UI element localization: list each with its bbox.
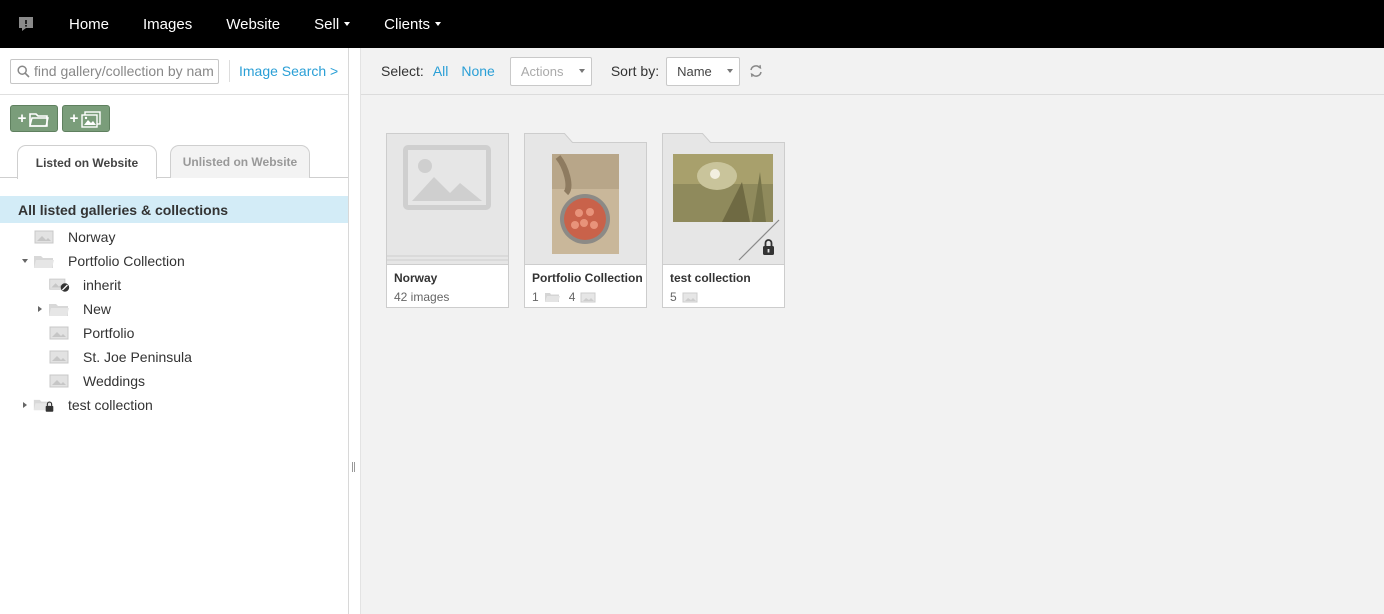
locked-folder-icon: [33, 396, 59, 414]
collection-card-test-collection[interactable]: test collection 5: [662, 133, 785, 308]
tree-item-label: Portfolio: [83, 325, 135, 341]
nav-images[interactable]: Images: [126, 0, 209, 48]
gallery-card-norway[interactable]: Norway 42 images: [386, 133, 509, 308]
tree-item-label: New: [83, 301, 112, 317]
tree-item-label: Portfolio Collection: [68, 253, 185, 269]
chevron-down-icon: [435, 22, 442, 26]
actions-dropdown[interactable]: Actions: [509, 56, 592, 86]
toolbar: Select: All None Actions Sort by: Name: [361, 48, 1384, 95]
gallery-icon: [48, 348, 74, 366]
gallery-icon: [48, 324, 74, 342]
card-title: test collection: [670, 271, 751, 285]
tree-item-st-joe-peninsula[interactable]: St. Joe Peninsula: [35, 345, 192, 369]
actions-dropdown-label: Actions: [520, 63, 564, 79]
nav-website[interactable]: Website: [209, 0, 297, 48]
sort-dropdown[interactable]: Name: [666, 56, 741, 86]
search-input[interactable]: [34, 63, 214, 79]
tab-unlisted-on-website[interactable]: Unlisted on Website: [170, 145, 310, 178]
sort-dropdown-value: Name: [677, 63, 712, 79]
gallery-icon: [33, 228, 59, 246]
select-none-link[interactable]: None: [461, 63, 494, 79]
nav-website-label: Website: [226, 15, 281, 33]
image-icon: [682, 292, 698, 302]
image-icon: [580, 292, 596, 302]
chevron-down-icon: [578, 69, 585, 73]
sort-direction-icon[interactable]: [749, 64, 763, 78]
sidebar-resize-handle[interactable]: [352, 462, 355, 472]
tree-item-label: St. Joe Peninsula: [83, 349, 192, 365]
tab-listed-on-website[interactable]: Listed on Website: [17, 145, 157, 179]
gallery-blocked-icon: [48, 276, 74, 294]
tree-item-test-collection[interactable]: test collection: [20, 393, 153, 417]
card-info: Norway 42 images: [386, 264, 509, 308]
tree-item-label: test collection: [68, 397, 153, 413]
chevron-down-icon: [344, 22, 351, 26]
image-icon: [81, 110, 102, 128]
card-subtitle: 5: [670, 290, 777, 304]
gallery-count: 5: [670, 290, 677, 304]
nav-clients-label: Clients: [384, 15, 431, 33]
nav-sell[interactable]: Sell: [297, 0, 367, 48]
folder-icon: [544, 292, 560, 302]
search-box[interactable]: [10, 58, 219, 84]
card-title: Portfolio Collection: [532, 271, 643, 285]
nav-home[interactable]: Home: [52, 0, 126, 48]
chevron-right-icon[interactable]: [20, 402, 30, 408]
listing-tabs: Listed on Website Unlisted on Website: [0, 145, 348, 179]
card-subtitle: 1 4: [532, 290, 639, 304]
tree-item-new[interactable]: New: [35, 297, 111, 321]
collection-thumbnail: [662, 133, 785, 265]
sidebar-search-row: Image Search >: [0, 48, 348, 95]
gallery-thumbnail: [386, 133, 509, 265]
add-buttons: + +: [10, 105, 110, 132]
add-collection-label: +: [17, 110, 27, 127]
gallery-icon: [48, 372, 74, 390]
tree-item-weddings[interactable]: Weddings: [35, 369, 145, 393]
tree-item-inherit[interactable]: inherit: [35, 273, 121, 297]
add-gallery-label: +: [69, 110, 79, 127]
image-count: 42 images: [394, 290, 450, 304]
tree-item-norway[interactable]: Norway: [20, 225, 115, 249]
nav-images-label: Images: [143, 15, 193, 33]
card-title: Norway: [394, 271, 438, 285]
add-gallery-button[interactable]: +: [62, 105, 110, 132]
nav-sell-label: Sell: [314, 15, 340, 33]
collection-count: 1: [532, 290, 539, 304]
image-search-link[interactable]: Image Search >: [239, 63, 338, 79]
tree-item-portfolio-collection[interactable]: Portfolio Collection: [20, 249, 185, 273]
sort-by-label: Sort by:: [610, 63, 660, 79]
card-subtitle: 42 images: [394, 290, 501, 304]
nav-clients[interactable]: Clients: [367, 0, 458, 48]
chevron-right-icon[interactable]: [35, 306, 45, 312]
folder-icon: [33, 252, 59, 270]
top-nav: Home Images Website Sell Clients: [0, 0, 1384, 48]
card-info: Portfolio Collection 1 4: [524, 264, 647, 308]
chevron-down-icon[interactable]: [20, 259, 30, 263]
card-info: test collection 5: [662, 264, 785, 308]
tree-item-label: Weddings: [83, 373, 146, 389]
folder-icon: [29, 112, 50, 127]
logo-icon[interactable]: [0, 0, 52, 48]
nav-home-label: Home: [69, 15, 110, 33]
collection-card-portfolio-collection[interactable]: Portfolio Collection 1 4: [524, 133, 647, 308]
sidebar: Image Search > + + Listed on Website Unl…: [0, 48, 349, 614]
select-all-link[interactable]: All: [433, 63, 449, 79]
add-collection-button[interactable]: +: [10, 105, 58, 132]
divider: [229, 60, 230, 82]
tree-item-label: inherit: [83, 277, 122, 293]
select-label: Select:: [381, 63, 424, 79]
folder-icon: [48, 300, 74, 318]
gallery-count: 4: [568, 290, 576, 304]
main-content: Select: All None Actions Sort by: Name N…: [360, 48, 1384, 614]
tree-item-label: Norway: [68, 229, 116, 245]
tree-item-portfolio[interactable]: Portfolio: [35, 321, 134, 345]
search-icon: [17, 64, 30, 78]
chevron-down-icon: [727, 69, 734, 73]
tree-all-listed[interactable]: All listed galleries & collections: [0, 196, 348, 223]
collection-thumbnail: [524, 133, 647, 265]
